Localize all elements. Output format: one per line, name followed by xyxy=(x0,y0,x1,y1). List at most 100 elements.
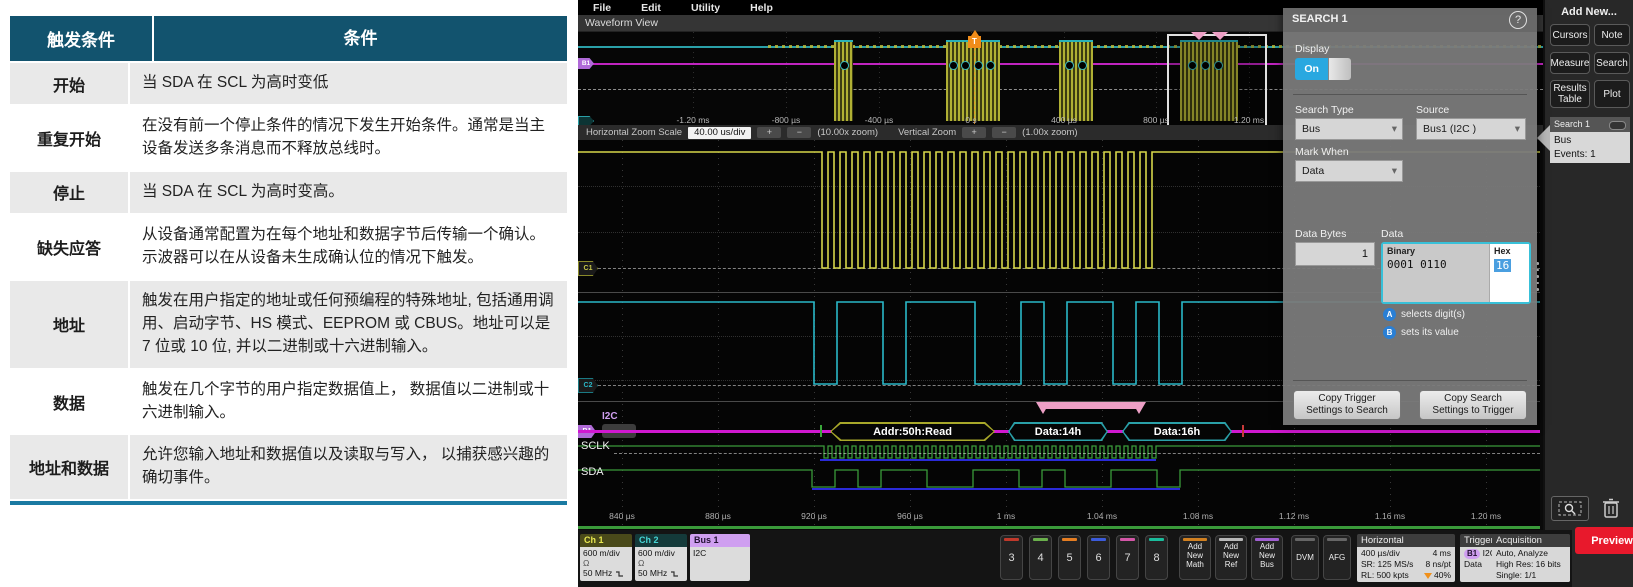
afg-button[interactable]: AFG xyxy=(1323,535,1351,580)
h-zoom-minus-button[interactable]: − xyxy=(787,127,811,138)
table-row: 数据 触发在几个字节的用户指定数据值上， 数据值以二进制或十六进制输入。 xyxy=(10,370,567,434)
row-desc: 允许您输入地址和数据值以及读取与写入， 以捕获感兴趣的确切事件。 xyxy=(130,435,567,499)
gridline xyxy=(693,32,694,114)
overview-burst xyxy=(834,40,853,121)
stop-tick xyxy=(1242,425,1244,437)
falling-edge-icon xyxy=(670,570,679,578)
channel-6-button[interactable]: 6 xyxy=(1087,535,1110,580)
ch1-badge[interactable]: Ch 1 600 m/div Ω 50 MHz xyxy=(580,534,632,581)
row-desc: 触发在用户指定的地址或任何预编程的特殊地址, 包括通用调用、启动字节、HS 模式… xyxy=(130,281,567,368)
header-condition: 条件 xyxy=(154,16,567,61)
add-plot-button[interactable]: Plot xyxy=(1594,80,1630,108)
h-zoom-plus-button[interactable]: + xyxy=(757,127,781,138)
acquisition-panel[interactable]: Acquisition Auto, Analyze High Res: 16 b… xyxy=(1492,534,1570,582)
channel-7-button[interactable]: 7 xyxy=(1116,535,1139,580)
add-cursors-button[interactable]: Cursors xyxy=(1550,24,1590,46)
axis-tick: 1.12 ms xyxy=(1279,511,1309,521)
zoom-select-button[interactable] xyxy=(1551,496,1589,521)
table-header-row: 触发条件 条件 xyxy=(10,16,567,61)
add-new-math-button[interactable]: Add New Math xyxy=(1179,535,1211,580)
menu-help[interactable]: Help xyxy=(735,2,788,14)
menu-utility[interactable]: Utility xyxy=(676,2,735,14)
decode-bubble-address: Addr:50h:Read xyxy=(830,422,995,441)
falling-edge-icon xyxy=(615,570,624,578)
menu-file[interactable]: File xyxy=(578,2,626,14)
binary-value[interactable]: 0001 0110 xyxy=(1387,258,1485,271)
search1-panel: SEARCH 1 ? Display On Search Type Bus So… xyxy=(1283,8,1537,425)
delete-button[interactable] xyxy=(1597,494,1625,521)
badge-toggle[interactable] xyxy=(1609,121,1626,130)
add-measure-button[interactable]: Measure xyxy=(1550,52,1590,74)
divider xyxy=(1293,94,1527,95)
add-new-ref-button[interactable]: Add New Ref xyxy=(1215,535,1247,580)
zoom-region-box[interactable] xyxy=(1167,34,1267,128)
start-tick xyxy=(820,425,822,437)
binary-field[interactable]: Binary 0001 0110 xyxy=(1383,244,1489,302)
h-zoom-scale-label: Horizontal Zoom Scale xyxy=(586,127,682,138)
a-key-icon: A xyxy=(1383,308,1396,321)
axis-tick: 880 µs xyxy=(705,511,731,521)
row-label: 重复开始 xyxy=(10,106,128,170)
oscilloscope-app: File Edit Utility Help Waveform View xyxy=(578,0,1633,587)
hex-field[interactable]: Hex 16 xyxy=(1489,244,1529,302)
axis-tick: 840 µs xyxy=(609,511,635,521)
toggle-knob xyxy=(1328,58,1351,80)
sclk-label: SCLK xyxy=(581,440,610,452)
help-icon[interactable]: ? xyxy=(1509,11,1527,29)
tab-waveform-view[interactable]: Waveform View xyxy=(578,17,658,29)
v-zoom-plus-button[interactable]: + xyxy=(962,127,986,138)
ch2-badge[interactable]: Ch 2 600 m/div Ω 50 MHz xyxy=(635,534,687,581)
channel-8-button[interactable]: 8 xyxy=(1145,535,1168,580)
add-note-button[interactable]: Note xyxy=(1594,24,1630,46)
copy-trigger-to-search-button[interactable]: Copy Trigger Settings to Search xyxy=(1293,390,1401,420)
data-bytes-field[interactable]: 1 xyxy=(1295,242,1375,266)
row-label: 停止 xyxy=(10,172,128,213)
search-mark-icon xyxy=(1212,32,1228,40)
search-type-dropdown[interactable]: Bus xyxy=(1295,118,1403,140)
mark-when-dropdown[interactable]: Data xyxy=(1295,160,1403,182)
data-label: Data xyxy=(1381,228,1403,240)
trigger-position-line xyxy=(974,38,975,124)
overview-burst xyxy=(946,40,1000,121)
hex-value-selected[interactable]: 16 xyxy=(1494,259,1511,272)
dvm-button[interactable]: DVM xyxy=(1291,535,1319,580)
trigger-position-icon xyxy=(1424,573,1432,579)
hint-a: A selects digit(s) xyxy=(1383,308,1465,321)
source-dropdown[interactable]: Bus1 (I2C ) xyxy=(1416,118,1526,140)
axis-tick: 1.08 ms xyxy=(1183,511,1213,521)
badge-line1: Bus xyxy=(1554,134,1626,148)
horizontal-panel[interactable]: Horizontal 400 µs/div4 ms SR: 125 MS/s8 … xyxy=(1357,534,1455,582)
add-search-button[interactable]: Search xyxy=(1594,52,1630,74)
data-bytes-label: Data Bytes xyxy=(1295,228,1346,240)
binary-label: Binary xyxy=(1387,246,1485,256)
channel-3-button[interactable]: 3 xyxy=(1000,535,1023,580)
bus1-marker[interactable]: B1 xyxy=(578,58,594,69)
sda-label: SDA xyxy=(581,466,604,478)
channel-4-button[interactable]: 4 xyxy=(1029,535,1052,580)
decode-bubble-data: Data:16h xyxy=(1122,422,1232,441)
channel-5-button[interactable]: 5 xyxy=(1058,535,1081,580)
preview-button[interactable]: Preview xyxy=(1575,527,1633,554)
row-label: 缺失应答 xyxy=(10,215,128,279)
v-zoom-minus-button[interactable]: − xyxy=(992,127,1016,138)
table-row: 地址 触发在用户指定的地址或任何预编程的特殊地址, 包括通用调用、启动字节、HS… xyxy=(10,281,567,368)
toggle-on-label: On xyxy=(1295,58,1328,80)
display-toggle[interactable]: On xyxy=(1295,58,1351,80)
graticule-bottom-border xyxy=(578,526,1540,529)
axis-tick: -1.20 ms xyxy=(676,115,709,125)
row-label: 地址和数据 xyxy=(10,435,128,499)
copy-search-to-trigger-button[interactable]: Copy Search Settings to Trigger xyxy=(1419,390,1527,420)
add-results-table-button[interactable]: Results Table xyxy=(1550,80,1590,108)
badge-title: Search 1 xyxy=(1554,119,1590,129)
search-panel-titlebar[interactable]: SEARCH 1 xyxy=(1283,8,1537,32)
axis-tick: -400 µs xyxy=(865,115,894,125)
row-desc: 从设备通常配置为在每个地址和数据字节后传输一个确认。示波器可以在从设备未生成确认… xyxy=(130,215,567,279)
bus1-badge[interactable]: Bus 1 I2C xyxy=(690,534,750,581)
menu-edit[interactable]: Edit xyxy=(626,2,676,14)
search-result-band xyxy=(1040,402,1142,409)
trigger-marker-icon[interactable]: T xyxy=(968,36,981,48)
search1-badge[interactable]: Search 1 Bus Events: 1 xyxy=(1550,117,1630,163)
add-new-bus-button[interactable]: Add New Bus xyxy=(1251,535,1283,580)
trash-icon xyxy=(1601,497,1621,519)
h-zoom-scale-value[interactable]: 40.00 us/div xyxy=(688,127,751,139)
